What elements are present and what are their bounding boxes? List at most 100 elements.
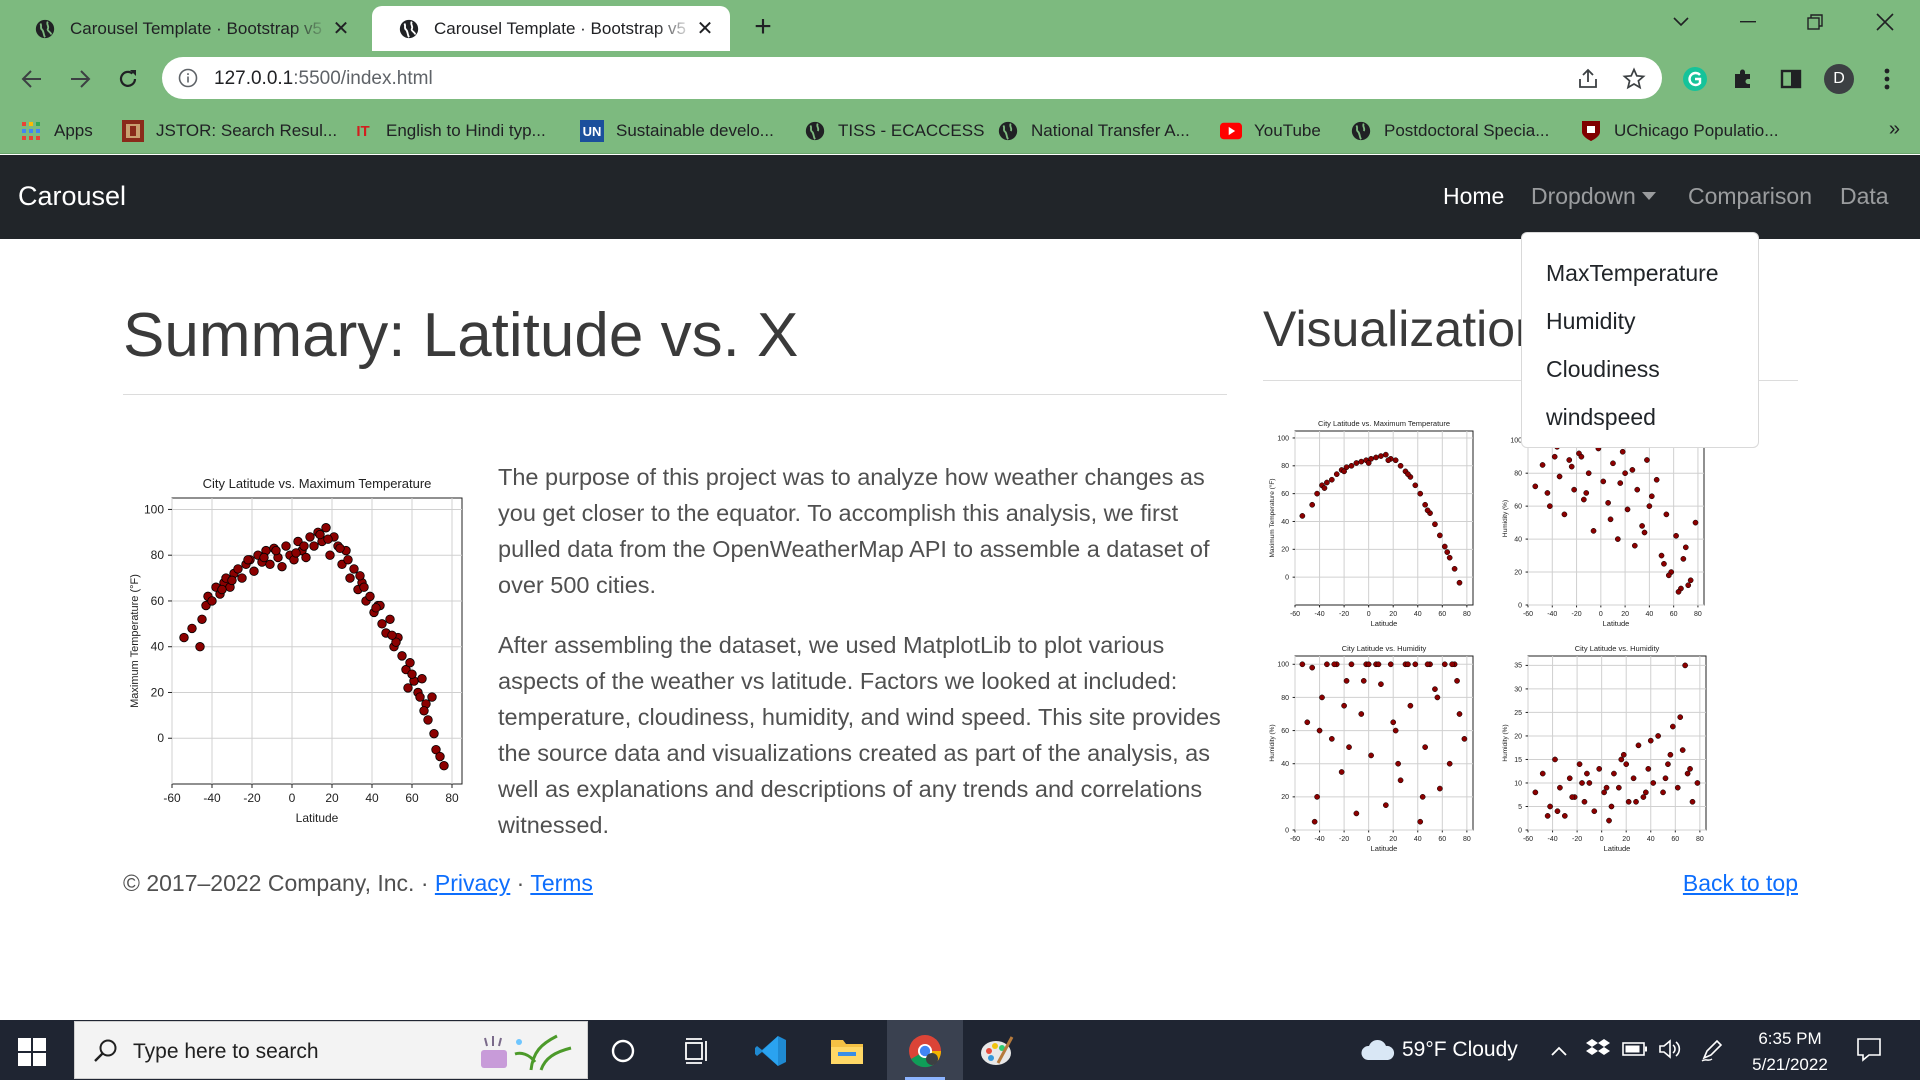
viz-thumbnail-max-temp[interactable]: -60 -40 -20 0 20 40 60 80 0 20 40 60 80 100 City Latit…: [1267, 415, 1479, 629]
pen-input-icon[interactable]: [1700, 1038, 1724, 1068]
viz-thumbnail-humidity[interactable]: -60 -40 -20 0 20 40 60 80 0 20 40 60 80 100 City Latit…: [1267, 640, 1479, 854]
data-point: [1601, 789, 1607, 796]
viz-thumbnail-windspeed[interactable]: -60 -40 -20 0 20 40 60 80 0 5 10 15 20 25 30 35 City Lat…: [1500, 640, 1712, 854]
notifications-icon[interactable]: [1856, 1036, 1882, 1068]
data-point: [385, 614, 395, 624]
data-point: [1437, 532, 1443, 539]
dropdown-item-maxtemperature[interactable]: MaxTemperature: [1522, 249, 1758, 297]
chrome-icon[interactable]: [906, 1032, 944, 1070]
clock-time: 6:35 PM: [1758, 1029, 1822, 1048]
data-point: [1341, 468, 1347, 475]
data-point: [1324, 661, 1330, 668]
dropbox-icon[interactable]: [1586, 1038, 1610, 1064]
minimize-button[interactable]: [1723, 8, 1773, 36]
caret-down-icon: [1641, 192, 1656, 200]
tab-search-chevron-icon[interactable]: [1656, 8, 1706, 36]
bookmark-uchicago[interactable]: UChicago Populatio...: [1580, 118, 1778, 144]
tab-close-icon[interactable]: ✕: [330, 18, 352, 40]
site-navbar: Carousel Home Dropdown Comparison Data: [0, 155, 1920, 239]
data-point: [1689, 798, 1696, 805]
data-point: [1578, 453, 1585, 460]
task-view-icon[interactable]: [678, 1032, 716, 1070]
y-tick-label: 20: [151, 685, 165, 699]
url-text[interactable]: 127.0.0.1:5500/index.html: [214, 68, 433, 90]
bookmark-sustainable[interactable]: UN Sustainable develo...: [580, 118, 774, 144]
taskbar-search-box[interactable]: Type here to search: [74, 1021, 588, 1079]
nav-link-data[interactable]: Data: [1840, 183, 1889, 210]
side-panel-icon[interactable]: [1776, 64, 1806, 94]
bookmark-jstor[interactable]: JSTOR: Search Resul...: [122, 118, 337, 144]
grammarly-extension-icon[interactable]: [1680, 64, 1710, 94]
data-point: [1324, 479, 1330, 486]
bookmark-label: Sustainable develo...: [616, 121, 774, 140]
show-hidden-icons-chevron-icon[interactable]: [1551, 1038, 1567, 1062]
y-tick-label: 40: [151, 640, 165, 654]
x-tick-label: -40: [203, 791, 221, 805]
bookmark-tiss[interactable]: TISS - ECACCESS: [804, 118, 984, 144]
windows-start-icon[interactable]: [18, 1038, 46, 1066]
bookmark-youtube[interactable]: YouTube: [1220, 118, 1321, 144]
more-bookmarks-button[interactable]: »: [1889, 118, 1900, 141]
taskbar-clock[interactable]: 6:35 PM 5/21/2022: [1735, 1026, 1845, 1078]
data-point: [1378, 681, 1384, 688]
restore-button[interactable]: [1790, 8, 1840, 36]
volume-icon[interactable]: [1658, 1038, 1684, 1066]
vscode-icon[interactable]: [752, 1032, 790, 1070]
data-point: [1432, 521, 1438, 528]
dropdown-item-humidity[interactable]: Humidity: [1522, 297, 1758, 345]
data-point: [1692, 519, 1699, 526]
address-bar[interactable]: 127.0.0.1:5500/index.html: [162, 57, 1662, 99]
back-to-top-link[interactable]: Back to top: [1683, 870, 1798, 897]
data-point: [179, 632, 189, 643]
terms-link[interactable]: Terms: [530, 870, 593, 896]
reload-button[interactable]: [110, 61, 146, 97]
viz-thumbnail-humidity-top[interactable]: -60 -40 -20 0 20 40 60 80020406080100LatitudeHu…: [1500, 428, 1710, 629]
extensions-puzzle-icon[interactable]: [1728, 64, 1758, 94]
file-explorer-icon[interactable]: [828, 1032, 866, 1070]
new-tab-button[interactable]: +: [746, 10, 780, 44]
nav-link-comparison[interactable]: Comparison: [1688, 183, 1812, 210]
search-placeholder: Type here to search: [133, 1040, 319, 1063]
bookmark-star-icon[interactable]: [1622, 67, 1646, 91]
data-point: [1675, 588, 1682, 595]
battery-icon[interactable]: [1622, 1038, 1648, 1062]
nav-link-home[interactable]: Home: [1443, 183, 1504, 210]
bookmark-apps[interactable]: Apps: [20, 118, 93, 144]
data-point: [1358, 711, 1365, 717]
forward-button[interactable]: [62, 61, 98, 97]
site-info-icon[interactable]: [178, 68, 198, 88]
data-point: [429, 728, 439, 739]
paint-icon[interactable]: [978, 1032, 1016, 1070]
bookmark-english-hindi[interactable]: IT English to Hindi typ...: [352, 118, 545, 144]
share-icon[interactable]: [1576, 67, 1600, 91]
data-point: [1665, 572, 1672, 579]
browser-tab-2[interactable]: Carousel Template · Bootstrap v5 ✕: [372, 6, 730, 51]
bookmark-postdoctoral[interactable]: Postdoctoral Specia...: [1350, 118, 1549, 144]
data-point: [1417, 818, 1424, 825]
dropdown-item-windspeed[interactable]: windspeed: [1522, 393, 1758, 441]
browser-menu-icon[interactable]: [1872, 64, 1902, 94]
data-point: [1644, 457, 1650, 463]
y-tick-label: 15: [1514, 757, 1522, 764]
bookmark-national-transfer[interactable]: National Transfer A...: [997, 118, 1190, 144]
x-tick-label: 60: [1671, 836, 1679, 843]
profile-avatar[interactable]: D: [1824, 64, 1854, 94]
close-window-button[interactable]: [1860, 8, 1910, 36]
browser-tab-1[interactable]: Carousel Template · Bootstrap v5 ✕: [8, 6, 366, 51]
copyright-text: © 2017–2022 Company, Inc. ·: [123, 870, 435, 896]
x-tick-label: -60: [1523, 611, 1533, 618]
weather-widget[interactable]: 59°F Cloudy: [1360, 1038, 1518, 1062]
data-point: [1343, 678, 1350, 684]
back-button[interactable]: [14, 61, 50, 97]
data-point: [1586, 780, 1593, 786]
x-tick-label: -40: [1547, 611, 1557, 618]
navbar-brand[interactable]: Carousel: [18, 181, 126, 212]
privacy-link[interactable]: Privacy: [435, 870, 510, 896]
tab-close-icon[interactable]: ✕: [694, 18, 716, 40]
chart-title: City Latitude vs. Humidity: [1575, 644, 1660, 653]
cortana-icon[interactable]: [604, 1032, 642, 1070]
data-point: [397, 651, 407, 661]
chart-title: City Latitude vs. Humidity: [1342, 644, 1427, 653]
dropdown-item-cloudiness[interactable]: Cloudiness: [1522, 345, 1758, 393]
nav-dropdown-toggle[interactable]: Dropdown: [1531, 183, 1656, 210]
